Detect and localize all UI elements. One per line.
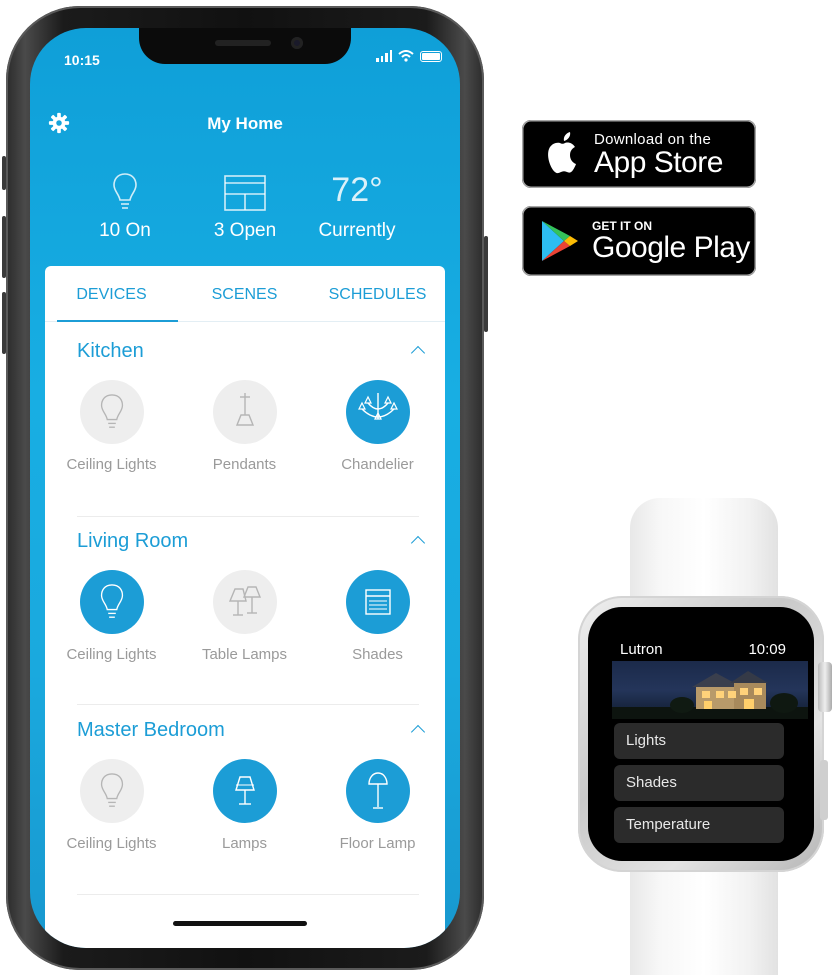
- device-label: Shades: [352, 646, 403, 663]
- chevron-up-icon[interactable]: [410, 345, 426, 361]
- wifi-icon: [398, 50, 414, 62]
- shades-open-summary[interactable]: 3 Open: [190, 168, 300, 242]
- device-toggle[interactable]: [79, 380, 144, 444]
- room-title: Master Bedroom: [77, 719, 225, 741]
- watch-screen: Lutron 10:09 Lights Shades Temperature: [588, 607, 814, 861]
- room-divider: [77, 704, 419, 705]
- lights-on-summary[interactable]: 10 On: [70, 168, 180, 242]
- earpiece-speaker: [215, 40, 271, 46]
- chevron-up-icon[interactable]: [410, 724, 426, 740]
- device-label: Ceiling Lights: [66, 646, 157, 663]
- notch: [139, 28, 351, 64]
- device-floor-lamp[interactable]: Floor Lamp: [311, 759, 444, 852]
- device-toggle[interactable]: [345, 570, 410, 634]
- volume-up-button: [2, 216, 6, 278]
- chandelier-icon: [357, 393, 398, 420]
- device-toggle[interactable]: [212, 570, 277, 634]
- room-title: Kitchen: [77, 340, 144, 362]
- temperature-summary[interactable]: 72° Currently: [302, 168, 412, 242]
- watch-side-button[interactable]: [820, 760, 828, 820]
- lightbulb-icon: [100, 584, 123, 618]
- lamp-icon: [234, 776, 255, 805]
- volume-down-button: [2, 292, 6, 354]
- device-ceiling-lights[interactable]: Ceiling Lights: [45, 380, 178, 473]
- digital-crown[interactable]: [818, 662, 832, 712]
- device-chandelier[interactable]: Chandelier: [311, 380, 444, 473]
- watch-menu-shades[interactable]: Shades: [614, 765, 784, 801]
- watch-menu-lights[interactable]: Lights: [614, 723, 784, 759]
- device-toggle[interactable]: [212, 380, 277, 444]
- google-play-title: Google Play: [592, 231, 750, 264]
- device-shades[interactable]: Shades: [311, 570, 444, 663]
- device-label: Chandelier: [341, 456, 414, 473]
- apple-logo-icon: [548, 132, 576, 174]
- device-toggle[interactable]: [79, 570, 144, 634]
- watch-band-top: [630, 498, 778, 608]
- google-play-logo-icon: [542, 221, 578, 261]
- iphone-frame: 10:15 My Home 10 On 3 Open 72° Currently…: [2, 6, 488, 970]
- shade-icon: [364, 589, 391, 615]
- device-pendants[interactable]: Pendants: [178, 380, 311, 473]
- home-indicator[interactable]: [173, 921, 307, 926]
- lightbulb-icon: [100, 394, 123, 428]
- device-label: Ceiling Lights: [66, 456, 157, 473]
- device-toggle[interactable]: [345, 759, 410, 823]
- tab-devices[interactable]: DEVICES: [45, 266, 178, 322]
- device-lamps[interactable]: Lamps: [178, 759, 311, 852]
- battery-icon: [420, 50, 442, 62]
- side-button: [484, 236, 488, 332]
- google-play-badge[interactable]: GET IT ON Google Play: [522, 206, 756, 276]
- device-label: Ceiling Lights: [66, 835, 157, 852]
- status-time: 10:15: [64, 52, 100, 68]
- house-image: [612, 661, 808, 719]
- app-store-caption: Download on the: [594, 130, 712, 148]
- temperature-label: Currently: [318, 220, 396, 241]
- lights-on-label: 10 On: [99, 220, 151, 241]
- room-title: Living Room: [77, 530, 189, 552]
- tab-bar: DEVICES SCENES SCHEDULES: [45, 266, 445, 322]
- front-camera: [291, 37, 303, 49]
- table-lamps-icon: [228, 586, 261, 616]
- app-title: My Home: [207, 114, 283, 133]
- device-label: Pendants: [212, 456, 277, 473]
- shades-open-label: 3 Open: [213, 220, 277, 241]
- lightbulb-icon: [100, 773, 123, 807]
- device-ceiling-lights[interactable]: Ceiling Lights: [45, 570, 178, 663]
- tab-schedules[interactable]: SCHEDULES: [311, 266, 444, 321]
- temperature-value: 72°: [331, 171, 383, 209]
- device-ceiling-lights[interactable]: Ceiling Lights: [45, 759, 178, 852]
- device-label: Table Lamps: [201, 646, 288, 663]
- watch-menu-temperature[interactable]: Temperature: [614, 807, 784, 843]
- device-label: Floor Lamp: [339, 835, 416, 852]
- room-divider: [77, 894, 419, 895]
- device-toggle[interactable]: [212, 759, 277, 823]
- phone-screen: 10:15 My Home 10 On 3 Open 72° Currently…: [30, 28, 460, 948]
- watch-time: 10:09: [748, 641, 786, 658]
- device-toggle[interactable]: [79, 759, 144, 823]
- app-store-title: App Store: [594, 145, 723, 179]
- chevron-up-icon[interactable]: [410, 535, 426, 551]
- device-label: Lamps: [221, 835, 268, 852]
- tab-scenes[interactable]: SCENES: [178, 266, 311, 321]
- pendant-lamp-icon: [235, 393, 254, 426]
- floor-lamp-icon: [367, 772, 388, 809]
- room-divider: [77, 516, 419, 517]
- device-toggle[interactable]: [345, 380, 410, 444]
- app-store-badge[interactable]: Download on the App Store: [522, 120, 756, 188]
- devices-card: DEVICES SCENES SCHEDULES Kitchen Ceiling…: [45, 266, 445, 948]
- device-table-lamps[interactable]: Table Lamps: [178, 570, 311, 663]
- window-shade-icon: [224, 175, 266, 211]
- watch-app-name: Lutron: [620, 641, 663, 658]
- cellular-signal-icon: [376, 50, 392, 62]
- status-icons: [376, 50, 442, 62]
- lightbulb-icon: [113, 173, 137, 209]
- mute-switch: [2, 156, 6, 190]
- house-illustration: [612, 671, 808, 719]
